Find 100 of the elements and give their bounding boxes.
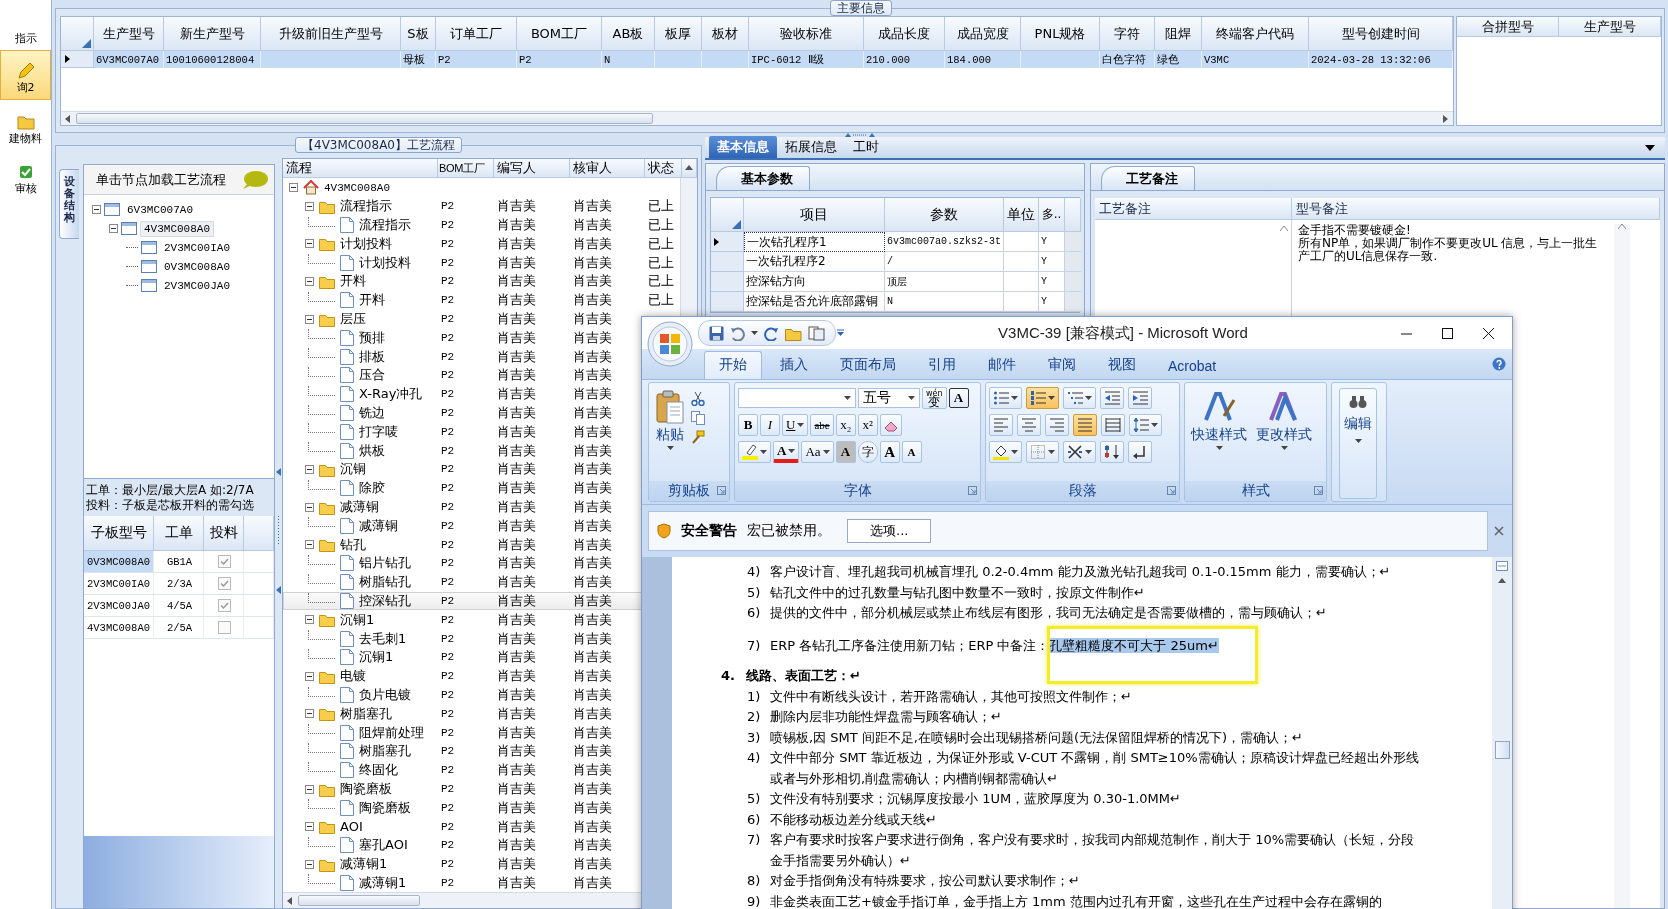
column-header[interactable]: 新生产型号 xyxy=(164,17,261,51)
column-header[interactable]: BOM工厂 xyxy=(517,17,602,51)
column-header[interactable]: 工单 xyxy=(154,516,204,551)
table-cell[interactable]: 2V3MC00JA0 xyxy=(84,595,154,617)
tree-label[interactable]: 终固化 xyxy=(359,761,398,779)
column-header[interactable]: 生产型号 xyxy=(94,17,164,51)
nav-item[interactable]: 审核 xyxy=(0,150,51,200)
checkbox[interactable] xyxy=(218,599,231,612)
ribbon-tab[interactable]: 页面布局 xyxy=(826,352,910,379)
dialog-launcher-icon[interactable] xyxy=(717,486,726,495)
maximize-icon[interactable] xyxy=(1442,327,1453,339)
asian-layout-button[interactable] xyxy=(1063,441,1096,463)
dropdown-arrow-icon[interactable] xyxy=(1645,144,1655,151)
dialog-launcher-icon[interactable] xyxy=(1167,486,1176,495)
column-header[interactable]: 板材 xyxy=(702,17,749,51)
row-header[interactable] xyxy=(61,51,94,68)
column-header[interactable]: 参数 xyxy=(885,198,1004,232)
tree-node[interactable]: 2V3MC00IA0 xyxy=(160,239,234,256)
right-arrow-icon[interactable] xyxy=(1442,114,1450,123)
outdent-button[interactable] xyxy=(1100,387,1124,409)
tree-label[interactable]: 除胶 xyxy=(359,479,385,497)
tree-label[interactable]: 沉铜1 xyxy=(340,611,375,629)
options-button[interactable]: 选项... xyxy=(847,519,932,543)
enclose-character-button[interactable]: 字 xyxy=(857,441,878,463)
scroll-up-icon[interactable] xyxy=(1618,224,1626,229)
column-header[interactable]: 成品长度 xyxy=(864,17,945,51)
tree-label[interactable]: 树脂塞孔 xyxy=(359,742,411,760)
tree-label[interactable]: 陶瓷磨板 xyxy=(340,780,392,798)
tree-label[interactable]: 层压 xyxy=(340,310,366,328)
tree-label[interactable]: 减薄铜 xyxy=(359,517,398,535)
collapse-icon[interactable] xyxy=(305,277,314,286)
tree-label[interactable]: 4V3MC008A0 xyxy=(324,181,390,194)
superscript-button[interactable]: x² xyxy=(857,414,878,436)
dialog-launcher-icon[interactable] xyxy=(1314,486,1323,495)
collapse-icon[interactable] xyxy=(289,183,298,192)
collapse-icon[interactable] xyxy=(305,540,314,550)
tab[interactable]: 工时 xyxy=(845,136,887,158)
ribbon-tab[interactable]: 视图 xyxy=(1094,352,1150,379)
ribbon-tab[interactable]: 引用 xyxy=(914,352,970,379)
highlight-button[interactable] xyxy=(738,441,771,463)
tree-node[interactable]: 0V3MC008A0 xyxy=(160,258,234,275)
scrollbar-thumb[interactable] xyxy=(76,113,653,124)
collapse-icon[interactable] xyxy=(305,671,314,681)
tree-label[interactable]: AOI xyxy=(340,819,363,835)
customize-icon[interactable] xyxy=(836,329,845,337)
tree-label[interactable]: 计划投料 xyxy=(359,254,411,272)
column-header[interactable]: 子板型号 xyxy=(84,516,154,551)
tree-label[interactable]: 铣边 xyxy=(359,404,385,422)
save-icon[interactable] xyxy=(709,325,724,341)
ribbon-tab[interactable]: 插入 xyxy=(766,352,822,379)
collapse-icon[interactable] xyxy=(305,822,314,832)
tree-label[interactable]: 流程指示 xyxy=(340,197,392,215)
change-case-button[interactable]: Aa xyxy=(801,441,834,463)
font-color-button[interactable]: A xyxy=(773,441,800,463)
brush-icon[interactable] xyxy=(691,430,705,444)
tree-label[interactable]: 阻焊前处理 xyxy=(359,724,424,742)
side-tab[interactable]: 设备结构 xyxy=(59,169,79,240)
clear-format-button[interactable] xyxy=(879,414,902,436)
redo-icon[interactable] xyxy=(764,325,779,341)
tree-label[interactable]: 排板 xyxy=(359,348,385,366)
collapse-icon[interactable] xyxy=(92,205,101,214)
character-border-button[interactable]: A xyxy=(948,388,969,408)
tree-label[interactable]: 控深钻孔 xyxy=(359,592,411,610)
collapse-icon[interactable] xyxy=(305,859,314,869)
tab[interactable]: 基本参数 xyxy=(716,166,810,190)
collapse-icon[interactable] xyxy=(305,502,314,512)
splitter-grip-icon[interactable] xyxy=(845,133,875,137)
collapse-icon[interactable] xyxy=(109,224,118,233)
tree-label[interactable]: 钻孔 xyxy=(340,536,366,554)
copy-icon[interactable] xyxy=(691,411,705,425)
column-header[interactable]: 单位 xyxy=(1004,198,1039,232)
tree-label[interactable]: 开料 xyxy=(359,291,385,309)
column-header[interactable]: 合拼型号 xyxy=(1457,17,1559,37)
scrollbar-thumb[interactable] xyxy=(298,895,420,906)
multilevel-list-button[interactable] xyxy=(1063,387,1096,409)
collapse-icon[interactable] xyxy=(305,239,314,249)
checkbox[interactable] xyxy=(218,555,231,568)
tree-node[interactable]: 6V3MC007A0 xyxy=(123,201,197,218)
scrollbar[interactable] xyxy=(61,111,1453,125)
tree-label[interactable]: 压合 xyxy=(359,366,385,384)
indent-button[interactable] xyxy=(1128,387,1152,409)
tree-label[interactable]: 减薄铜1 xyxy=(340,855,388,873)
checkbox[interactable] xyxy=(218,621,231,634)
bold-button[interactable]: B xyxy=(738,414,758,436)
row-header[interactable] xyxy=(711,232,744,252)
character-shading-button[interactable]: A xyxy=(835,441,856,463)
column-header[interactable]: 板厚 xyxy=(655,17,702,51)
line-spacing-button[interactable] xyxy=(1129,414,1162,436)
column-header[interactable]: 终端客户代码 xyxy=(1202,17,1309,51)
tab[interactable]: 拓展信息 xyxy=(777,136,845,158)
column-header[interactable]: BOM工厂 xyxy=(438,159,494,178)
subscript-button[interactable]: x₂ xyxy=(835,414,856,436)
font-size-field[interactable]: 五号 xyxy=(858,388,920,408)
nav-item[interactable]: 指示 xyxy=(0,0,51,50)
scrollbar[interactable] xyxy=(1492,557,1512,909)
tab[interactable]: 工艺备注 xyxy=(1101,166,1195,190)
nav-item[interactable]: 询2 xyxy=(0,50,51,100)
numbered-list-button[interactable] xyxy=(1026,387,1059,409)
tree-label[interactable]: 流程指示 xyxy=(359,216,411,234)
up-arrow-icon[interactable] xyxy=(685,164,693,172)
